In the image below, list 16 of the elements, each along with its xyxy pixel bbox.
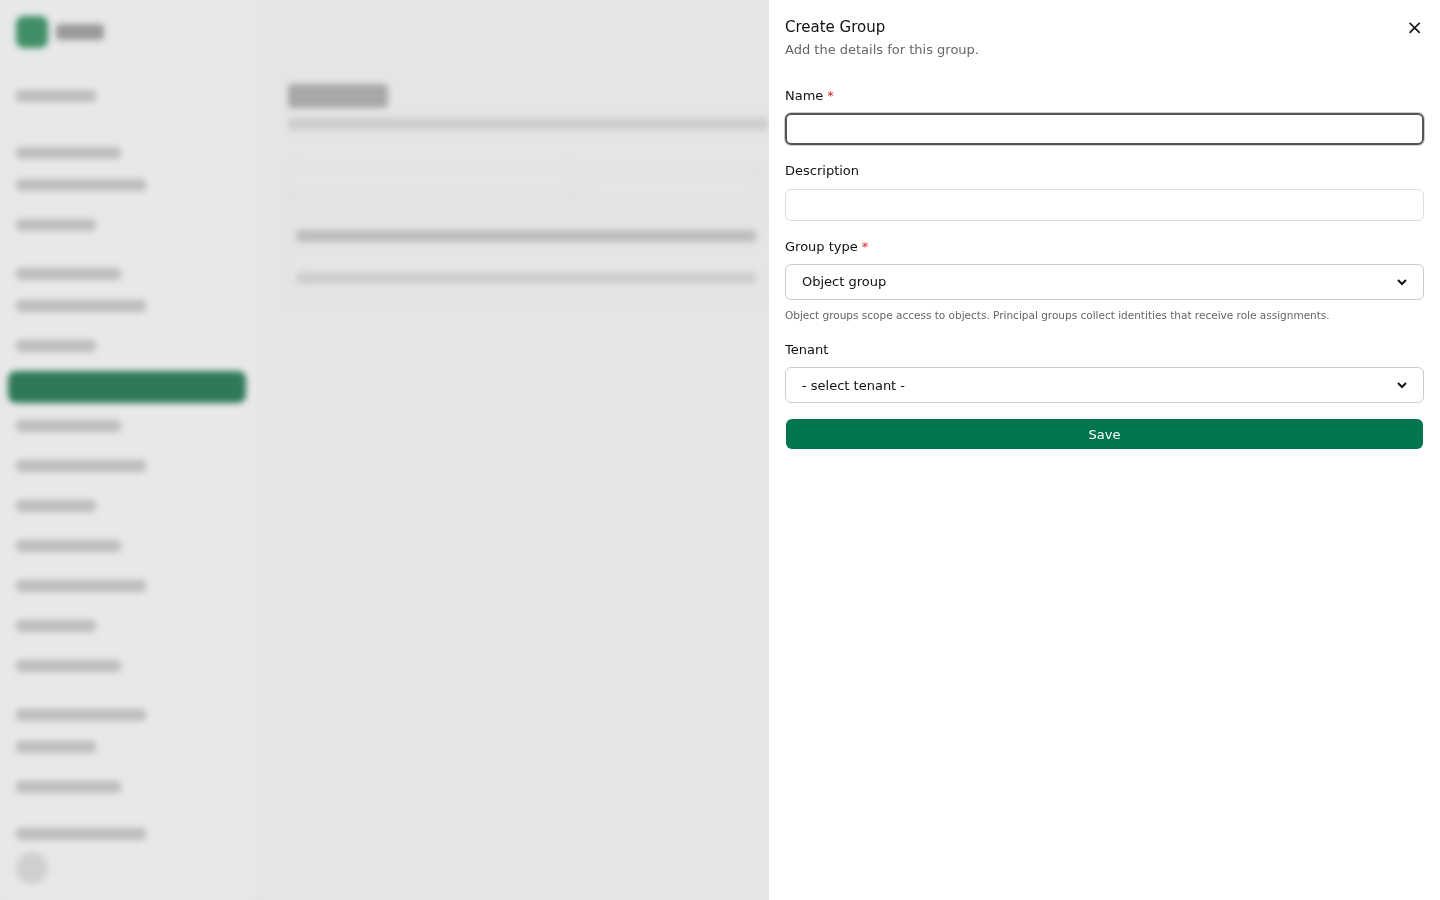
- chevron-down-icon: [1397, 381, 1407, 389]
- panel-subtitle: Add the details for this group.: [785, 41, 979, 59]
- save-button[interactable]: Save: [786, 419, 1423, 450]
- close-button[interactable]: ×: [1406, 17, 1423, 37]
- select-field[interactable]: - select tenant -: [785, 367, 1424, 404]
- field-label: Description: [785, 162, 860, 180]
- input-field[interactable]: [785, 113, 1424, 145]
- field-label: Name: [785, 86, 824, 105]
- field-label: Tenant: [785, 340, 829, 359]
- required-mark: *: [861, 237, 869, 256]
- chevron-down-icon: [1397, 278, 1407, 286]
- required-mark: *: [827, 86, 834, 105]
- help-text: Object groups scope access to objects. Principal groups collect identities that receive role assignments.: [785, 308, 1331, 323]
- field-label: Group type: [785, 237, 858, 256]
- select-field[interactable]: Object group: [785, 264, 1424, 300]
- panel-title: Create Group: [785, 17, 887, 38]
